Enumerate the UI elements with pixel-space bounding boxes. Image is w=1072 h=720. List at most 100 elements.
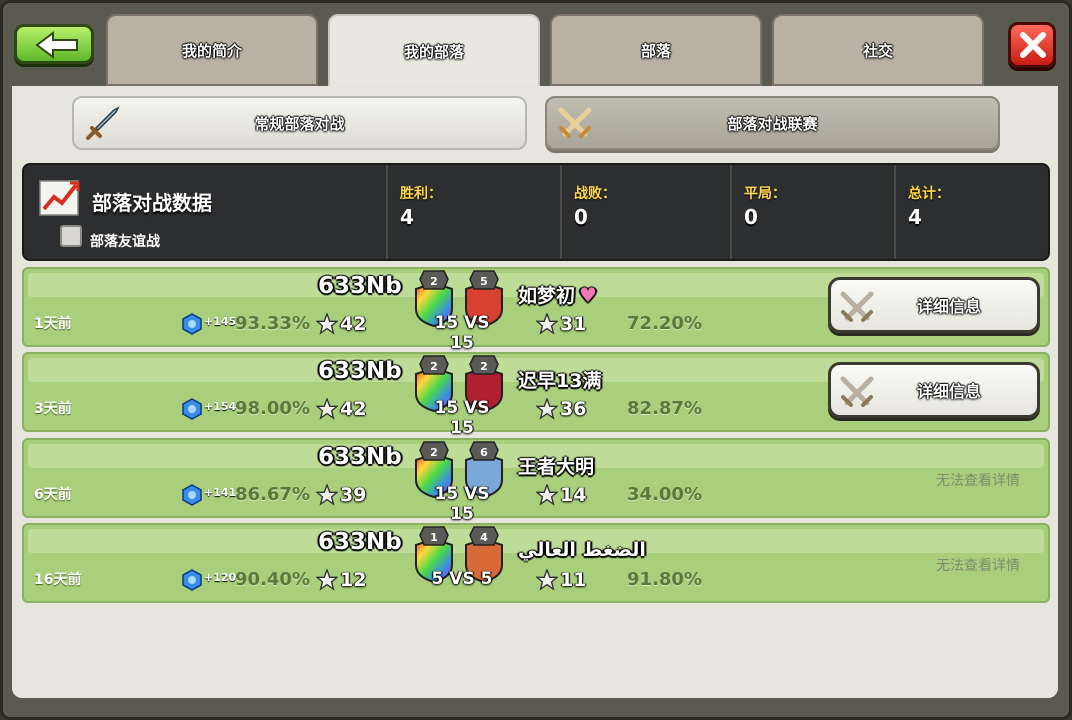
losses-value: 0 xyxy=(574,205,588,229)
enemy-stars: 14 xyxy=(536,484,586,506)
badge-level: 2 xyxy=(430,446,438,459)
enemy-clan-name-text: 王者大明 xyxy=(518,456,595,478)
enemy-stars-value: 14 xyxy=(560,484,587,506)
tab-my-clan[interactable]: 我的部落 xyxy=(328,14,540,88)
enemy-stars: 31 xyxy=(536,313,586,335)
star-icon xyxy=(536,484,558,506)
wins-value: 4 xyxy=(400,205,414,229)
close-button[interactable] xyxy=(1008,22,1056,68)
war-log-row: 633Nb 2 6 王者大明 6天前 +141 86.67% 39 15 VS 15 14 34.0… xyxy=(22,438,1050,524)
star-icon xyxy=(536,398,558,420)
our-stars: 39 xyxy=(316,484,366,506)
our-clan-name: 633Nb xyxy=(318,358,402,384)
star-icon xyxy=(536,313,558,335)
regular-war-label: 常规部落对战 xyxy=(254,114,345,133)
our-destruction-percent: 98.00% xyxy=(235,398,310,419)
our-destruction-percent: 90.40% xyxy=(235,569,310,590)
draws-value: 0 xyxy=(744,205,758,229)
war-size: 15 VS 15 xyxy=(434,398,490,438)
close-x-icon xyxy=(1020,32,1046,58)
time-ago: 3天前 xyxy=(34,401,72,417)
star-icon xyxy=(536,569,558,591)
enemy-stars: 11 xyxy=(536,569,586,591)
enemy-clan-name: الضغط العالي xyxy=(518,537,650,561)
stats-title: 部落对战数据 xyxy=(92,191,212,215)
enemy-clan-name: 王者大明 xyxy=(518,452,598,479)
enemy-destruction-percent: 91.80% xyxy=(627,569,702,590)
enemy-clan-name-text: الضغط العالي xyxy=(518,539,646,561)
details-button[interactable]: 详细信息 xyxy=(828,362,1040,418)
our-stars-value: 42 xyxy=(340,313,367,335)
star-icon xyxy=(316,569,338,591)
enemy-clan-name-text: 迟早13满 xyxy=(518,370,602,392)
our-stars-value: 42 xyxy=(340,398,367,420)
friendly-war-checkbox[interactable] xyxy=(60,225,82,247)
total-stat: 总计： 4 xyxy=(894,165,1044,259)
xp-badge-icon xyxy=(182,484,202,506)
war-stats-panel: 部落对战数据 部落友谊战 胜利： 4 战败： 0 平局： 0 总计： 4 xyxy=(22,163,1050,261)
war-size: 5 VS 5 xyxy=(431,569,493,589)
crossed-swords-icon xyxy=(840,376,874,407)
friendly-war-label: 部落友谊战 xyxy=(90,234,160,250)
our-stars-value: 12 xyxy=(340,569,367,591)
badge-level: 5 xyxy=(480,275,488,288)
back-arrow-icon xyxy=(35,31,78,59)
back-button[interactable] xyxy=(14,24,94,64)
our-clan-name: 633Nb xyxy=(318,273,402,299)
enemy-destruction-percent: 82.87% xyxy=(627,398,702,419)
enemy-clan-name: 迟早13满 xyxy=(518,366,605,393)
our-stars: 42 xyxy=(316,313,366,335)
war-log-row: 633Nb 2 2 迟早13满 3天前 +154 98.00% 42 15 VS 15 36 82.… xyxy=(22,352,1050,438)
regular-war-button[interactable]: 常规部落对战 xyxy=(72,96,527,150)
losses-label: 战败： xyxy=(574,186,616,202)
league-war-button[interactable]: 部落对战联赛 xyxy=(545,96,1000,150)
badge-level: 2 xyxy=(430,360,438,373)
tab-clans[interactable]: 部落 xyxy=(550,14,762,86)
badge-level: 6 xyxy=(480,446,488,459)
xp-badge-icon xyxy=(182,569,202,591)
chart-icon xyxy=(39,180,80,216)
losses-stat: 战败： 0 xyxy=(560,165,730,259)
enemy-stars: 36 xyxy=(536,398,586,420)
our-stars-value: 39 xyxy=(340,484,367,506)
details-label: 详细信息 xyxy=(916,382,981,401)
no-details-text: 无法查看详情 xyxy=(936,558,1020,574)
wins-stat: 胜利： 4 xyxy=(386,165,560,259)
our-clan-name: 633Nb xyxy=(318,529,402,555)
league-war-label: 部落对战联赛 xyxy=(727,114,818,133)
wins-label: 胜利： xyxy=(400,186,442,202)
enemy-stars-value: 36 xyxy=(560,398,587,420)
total-value: 4 xyxy=(908,205,922,229)
enemy-destruction-percent: 72.20% xyxy=(627,313,702,334)
badge-level: 1 xyxy=(430,531,438,544)
war-log-row: 633Nb 2 5 如梦初 ♥ 1天前 +145 93.33% 42 15 VS 15 31 72.2… xyxy=(22,267,1050,353)
war-log-row: 633Nb 1 4 الضغط العالي 16天前 +120 90.40% 12 5 VS … xyxy=(22,523,1050,603)
tab-social[interactable]: 社交 xyxy=(772,14,984,86)
enemy-stars-value: 11 xyxy=(560,569,587,591)
draws-label: 平局： xyxy=(744,186,786,202)
total-label: 总计： xyxy=(908,186,950,202)
enemy-destruction-percent: 34.00% xyxy=(627,484,702,505)
our-destruction-percent: 86.67% xyxy=(235,484,310,505)
tab-my-profile[interactable]: 我的简介 xyxy=(106,14,318,86)
enemy-clan-name-text: 如梦初 xyxy=(518,285,576,307)
draws-stat: 平局： 0 xyxy=(730,165,894,259)
crossed-swords-icon xyxy=(840,291,874,322)
our-destruction-percent: 93.33% xyxy=(235,313,310,334)
crossed-swords-icon xyxy=(558,107,592,138)
badge-level: 4 xyxy=(480,531,488,544)
our-clan-name: 633Nb xyxy=(318,444,402,470)
star-icon xyxy=(316,398,338,420)
details-button[interactable]: 详细信息 xyxy=(828,277,1040,333)
details-label: 详细信息 xyxy=(916,297,981,316)
xp-badge-icon xyxy=(182,313,202,335)
our-stars: 42 xyxy=(316,398,366,420)
sword-icon xyxy=(86,106,120,140)
no-details-text: 无法查看详情 xyxy=(936,473,1020,489)
time-ago: 6天前 xyxy=(34,487,72,503)
badge-level: 2 xyxy=(480,360,488,373)
our-stars: 12 xyxy=(316,569,366,591)
xp-badge-icon xyxy=(182,398,202,420)
time-ago: 1天前 xyxy=(34,316,72,332)
enemy-clan-name: 如梦初 ♥ xyxy=(518,281,597,308)
